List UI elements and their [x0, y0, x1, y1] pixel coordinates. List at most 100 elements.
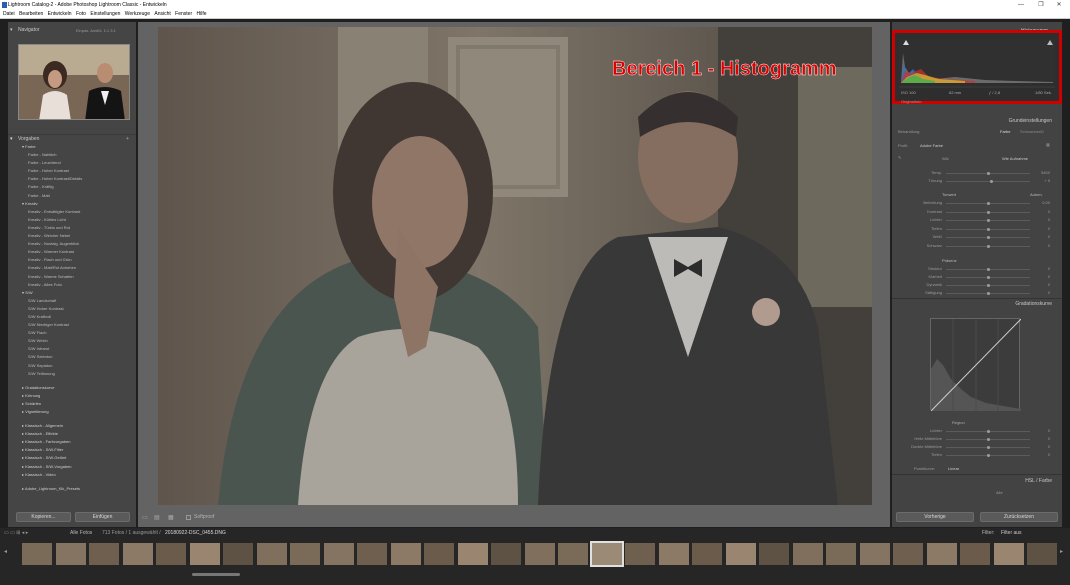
filmstrip-thumbnail[interactable]: [759, 543, 789, 565]
copy-button[interactable]: Kopieren...: [16, 512, 71, 522]
preset-group-collapsed[interactable]: ▸ Klassisch - Farbvorgaben: [22, 438, 138, 446]
filmstrip-thumbnail[interactable]: [55, 543, 86, 565]
filmstrip-thumbnail[interactable]: [357, 543, 387, 565]
preset-group-collapsed[interactable]: ▸ Vignettierung: [22, 408, 138, 416]
main-photo[interactable]: [158, 27, 872, 505]
preset-item[interactable]: Kreativ - Warmer Kontrast: [22, 248, 138, 256]
previous-button[interactable]: Vorherige: [896, 512, 974, 522]
preset-item[interactable]: Kreativ - Flach und Grün: [22, 256, 138, 264]
menu-entwickeln[interactable]: Entwickeln: [48, 11, 72, 17]
slider-value[interactable]: 0: [1034, 243, 1050, 248]
slider-track[interactable]: [946, 181, 1030, 182]
point-curve-value[interactable]: Linear: [948, 466, 959, 471]
preset-group-kreativ[interactable]: ▾ Kreativ: [22, 200, 138, 208]
basic-title[interactable]: Grundeinstellungen: [1009, 118, 1052, 124]
slider-knob[interactable]: [987, 219, 990, 222]
filmstrip-thumbnail[interactable]: [89, 543, 119, 565]
preset-item[interactable]: Kreativ - Matt/Rot Anheben: [22, 264, 138, 272]
minimize-button[interactable]: —: [1010, 0, 1032, 10]
preset-item[interactable]: Kreativ - Warme Schatten: [22, 273, 138, 281]
slider-value[interactable]: 0: [1034, 234, 1050, 239]
preset-item[interactable]: Farbe - Nahtlich: [22, 151, 138, 159]
filmstrip-thumbnail[interactable]: [960, 543, 990, 565]
navigator-zoom-options[interactable]: Einpas. Ausfül. 1:1 3:1: [76, 26, 116, 35]
close-button[interactable]: ✕: [1048, 0, 1070, 10]
preset-item[interactable]: Kreativ - Weicher Nebel: [22, 232, 138, 240]
view-mode-survey-icon[interactable]: ▦: [168, 514, 174, 521]
filmstrip-scroll-right-icon[interactable]: ▸: [1060, 548, 1063, 555]
menu-einstellungen[interactable]: Einstellungen: [90, 11, 120, 17]
preset-item[interactable]: Farbe - Matt: [22, 192, 138, 200]
preset-item[interactable]: S/W Teiltonung: [22, 370, 138, 378]
treatment-bw-option[interactable]: Schwarzweiß: [1020, 129, 1044, 134]
preset-item[interactable]: Kreativ - Türkis und Rot: [22, 224, 138, 232]
profile-value[interactable]: Adobe Farbe: [920, 143, 943, 148]
filmstrip-thumbnail[interactable]: [826, 543, 856, 565]
filmstrip-filename[interactable]: 20180922-DSC_0455.DNG: [165, 530, 226, 536]
menu-foto[interactable]: Foto: [76, 11, 86, 17]
preset-item[interactable]: S/W Selenton: [22, 353, 138, 361]
preset-group-sw[interactable]: ▾ S/W: [22, 289, 138, 297]
slider-value[interactable]: + 9: [1034, 178, 1050, 183]
preset-item[interactable]: S/W Infrarot: [22, 345, 138, 353]
filmstrip-thumbnail[interactable]: [457, 543, 488, 565]
filmstrip-thumbnail[interactable]: [122, 543, 153, 565]
preset-group-farbe[interactable]: ▾ Farbe: [22, 143, 138, 151]
slider-knob[interactable]: [987, 438, 990, 441]
slider-knob[interactable]: [987, 227, 990, 231]
filmstrip-source[interactable]: Alle Fotos: [70, 530, 92, 536]
filmstrip-thumbnail[interactable]: [692, 543, 722, 565]
slider-value[interactable]: 0: [1034, 436, 1050, 441]
preset-item[interactable]: Kreativ - Entsättigter Kontrast: [22, 208, 138, 216]
preset-item[interactable]: S/W Kraftvoll: [22, 313, 138, 321]
slider-knob[interactable]: [987, 268, 990, 271]
navigator-header[interactable]: ▾ Navigator Einpas. Ausfül. 1:1 3:1: [8, 26, 136, 35]
filmstrip-thumbnail[interactable]: [1027, 543, 1057, 565]
slider-value[interactable]: 0: [1034, 226, 1050, 231]
filmstrip-thumbnail[interactable]: [558, 543, 588, 565]
filmstrip-thumbnail[interactable]: [859, 543, 890, 565]
menu-bearbeiten[interactable]: Bearbeiten: [19, 11, 43, 17]
filter-value[interactable]: Filter aus: [1001, 530, 1022, 536]
histogram-panel[interactable]: ISO 100 62 mm ƒ / 2,8 1/80 Sek. Original…: [892, 30, 1062, 104]
filmstrip-thumbnail[interactable]: [926, 543, 957, 565]
reset-button[interactable]: Zurücksetzen: [980, 512, 1058, 522]
preset-group-collapsed[interactable]: ▸ Klassisch - S/W-Filter: [22, 446, 138, 454]
menu-hilfe[interactable]: Hilfe: [197, 11, 207, 17]
preset-group-collapsed[interactable]: ▸ Adobe_Lightroom_Klk_Presets: [22, 485, 138, 493]
slider-knob[interactable]: [990, 180, 994, 183]
softproof-checkbox[interactable]: [186, 515, 191, 520]
filmstrip-thumbnail[interactable]: [156, 543, 186, 565]
filmstrip-thumbnail[interactable]: [22, 543, 52, 565]
slider-knob[interactable]: [987, 276, 990, 279]
preset-group-collapsed[interactable]: ▸ Klassisch - Effekte: [22, 430, 138, 438]
paste-button[interactable]: Einfügen: [75, 512, 130, 522]
preset-item[interactable]: S/W Weich: [22, 337, 138, 345]
treatment-color-option[interactable]: Farbe: [1000, 129, 1010, 134]
filmstrip-thumbnail[interactable]: [390, 543, 421, 565]
preset-item[interactable]: Farbe - Hoher Kontrast/Details: [22, 175, 138, 183]
filmstrip-thumbnail[interactable]: [993, 543, 1024, 565]
menu-datei[interactable]: Datei: [3, 11, 15, 17]
preset-group-collapsed[interactable]: ▸ Klassisch - S/W-Vorgaben: [22, 463, 138, 471]
slider-value[interactable]: 0: [1034, 266, 1050, 271]
slider-value[interactable]: 0: [1034, 217, 1050, 222]
filmstrip-thumbnail[interactable]: [189, 543, 220, 565]
filmstrip-thumbnail[interactable]: [323, 543, 354, 565]
menu-fenster[interactable]: Fenster: [175, 11, 192, 17]
slider-knob[interactable]: [987, 210, 990, 214]
menu-werkzeuge[interactable]: Werkzeuge: [125, 11, 150, 17]
preset-group-collapsed[interactable]: ▸ Gradationskurve: [22, 384, 138, 392]
filmstrip-thumbnail[interactable]: [893, 543, 923, 565]
filmstrip-thumbnail[interactable]: [658, 543, 689, 565]
preset-group-collapsed[interactable]: ▸ Klassisch - Video: [22, 471, 138, 479]
preset-group-collapsed[interactable]: ▸ Klassisch - Allgemein: [22, 422, 138, 430]
filmstrip-scrollbar[interactable]: [192, 573, 240, 576]
tone-auto-button[interactable]: Autom.: [1030, 192, 1043, 197]
filmstrip-thumbnail[interactable]: [589, 541, 624, 567]
tone-curve-graph[interactable]: [930, 318, 1022, 412]
presets-header[interactable]: ▾ Vorgaben +: [8, 134, 136, 143]
navigator-preview[interactable]: [18, 44, 130, 120]
slider-knob[interactable]: [987, 172, 990, 175]
slider-knob[interactable]: [987, 236, 990, 239]
